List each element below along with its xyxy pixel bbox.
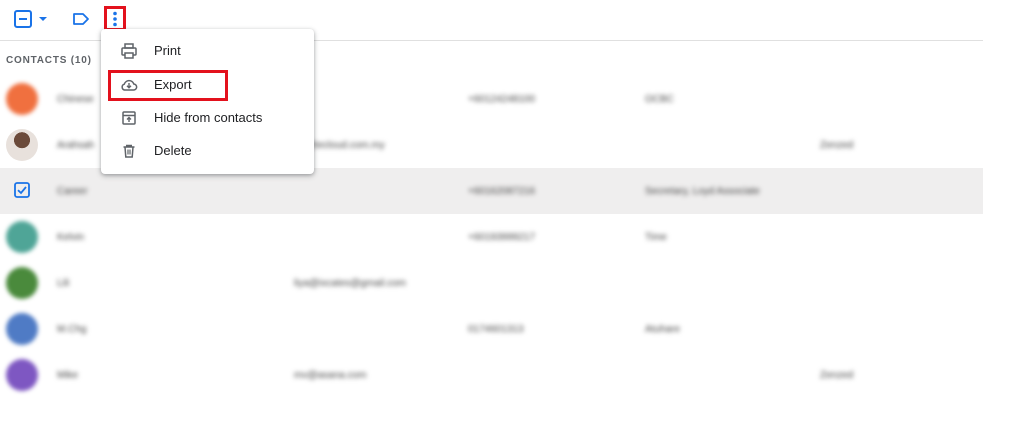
contact-name: Chinese <box>57 94 94 105</box>
contact-row[interactable]: M.Chg 0174601313 Atuhare <box>0 306 983 352</box>
avatar <box>6 221 38 253</box>
contact-phone: 0174601313 <box>468 324 524 335</box>
avatar <box>6 129 38 161</box>
printer-icon <box>121 43 137 59</box>
trash-icon <box>123 144 135 158</box>
menu-item-label: Hide from contacts <box>154 110 263 125</box>
menu-item-print[interactable]: Print <box>101 34 314 67</box>
menu-item-hide-from-contacts[interactable]: Hide from contacts <box>101 101 314 134</box>
contact-name: Lili <box>57 278 70 289</box>
contact-email: liya@ixcates@gmail.com <box>294 278 406 289</box>
contacts-count-header: CONTACTS (10) <box>6 55 92 66</box>
more-vert-icon <box>113 11 117 26</box>
menu-item-label: Delete <box>154 143 192 158</box>
contact-name: Mike <box>57 370 79 381</box>
export-highlight-box <box>108 70 228 101</box>
checkbox-indeterminate-icon <box>14 10 47 28</box>
contact-phone: +60193999217 <box>468 232 536 243</box>
avatar <box>6 359 38 391</box>
contact-row[interactable]: Kelvin +60193999217 Time <box>0 214 983 260</box>
more-actions-button[interactable] <box>104 6 126 31</box>
contact-labels: Zenzed <box>820 370 854 381</box>
more-actions-menu: Print Export Hide from contacts Delete <box>101 29 314 174</box>
contact-job: Time <box>645 232 667 243</box>
manage-labels-button[interactable] <box>68 8 94 30</box>
checkbox-checked-icon <box>14 182 30 198</box>
contact-name: M.Chg <box>57 324 87 335</box>
contact-row[interactable]: Mike mv@asana.com Zenzed <box>0 352 983 398</box>
contact-labels: Zenzed <box>820 140 854 151</box>
contact-name: Kelvin <box>57 232 85 243</box>
contact-row[interactable]: Career +60162087216 Secretary, Loyd Asso… <box>0 168 983 214</box>
contact-name: Career <box>57 186 88 197</box>
contact-phone: +60124248100 <box>468 94 536 105</box>
menu-item-label: Print <box>154 43 181 58</box>
contact-name: Arahsah <box>57 140 95 151</box>
avatar <box>6 83 38 115</box>
row-checkbox[interactable] <box>14 182 30 198</box>
label-icon <box>73 13 89 25</box>
avatar <box>6 313 38 345</box>
select-dropdown-button[interactable] <box>10 8 50 30</box>
avatar <box>6 267 38 299</box>
contact-job: Atuhare <box>645 324 681 335</box>
contact-phone: +60162087216 <box>468 186 536 197</box>
contact-row[interactable]: Lili liya@ixcates@gmail.com <box>0 260 983 306</box>
contact-job: OCBC <box>645 94 674 105</box>
menu-item-delete[interactable]: Delete <box>101 134 314 167</box>
contact-job: Secretary, Loyd Associate <box>645 186 760 197</box>
archive-icon <box>122 111 136 125</box>
contact-email: mv@asana.com <box>294 370 367 381</box>
